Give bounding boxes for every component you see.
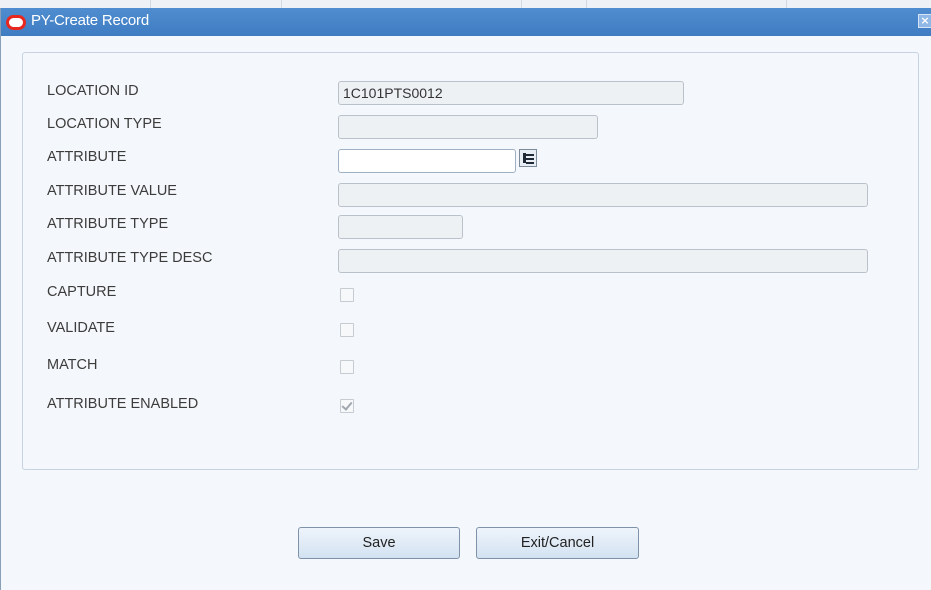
close-icon[interactable]: × <box>918 14 931 28</box>
save-button[interactable]: Save <box>298 527 460 559</box>
attribute-type-field[interactable] <box>338 215 463 239</box>
capture-label: CAPTURE <box>47 284 117 300</box>
attribute-type-label: ATTRIBUTE TYPE <box>47 216 169 232</box>
column-divider <box>586 0 587 8</box>
attribute-enabled-label: ATTRIBUTE ENABLED <box>47 396 199 412</box>
list-of-values-icon[interactable] <box>519 149 537 167</box>
match-label: MATCH <box>47 357 98 373</box>
column-divider <box>150 0 151 8</box>
oracle-logo-icon <box>6 15 26 30</box>
column-divider <box>521 0 522 8</box>
exit-cancel-button[interactable]: Exit/Cancel <box>476 527 639 559</box>
validate-label: VALIDATE <box>47 320 115 336</box>
background-strip <box>0 0 931 8</box>
dialog-title: PY-Create Record <box>31 12 149 29</box>
dialog-titlebar[interactable]: PY-Create Record × <box>1 8 931 36</box>
checkmark-icon <box>341 399 353 411</box>
column-divider <box>281 0 282 8</box>
location-type-label: LOCATION TYPE <box>47 116 162 132</box>
attribute-label: ATTRIBUTE <box>47 149 127 165</box>
attribute-enabled-checkbox[interactable] <box>340 399 354 413</box>
attribute-type-desc-label: ATTRIBUTE TYPE DESC <box>47 250 213 266</box>
attribute-type-desc-field[interactable] <box>338 249 868 273</box>
capture-checkbox[interactable] <box>340 288 354 302</box>
validate-checkbox[interactable] <box>340 323 354 337</box>
attribute-value-label: ATTRIBUTE VALUE <box>47 183 177 199</box>
location-type-field[interactable] <box>338 115 598 139</box>
match-checkbox[interactable] <box>340 360 354 374</box>
location-id-label: LOCATION ID <box>47 83 139 99</box>
column-divider <box>786 0 787 8</box>
location-id-field[interactable]: 1C101PTS0012 <box>338 81 684 105</box>
attribute-value-field[interactable] <box>338 183 868 207</box>
attribute-field[interactable] <box>338 149 516 173</box>
